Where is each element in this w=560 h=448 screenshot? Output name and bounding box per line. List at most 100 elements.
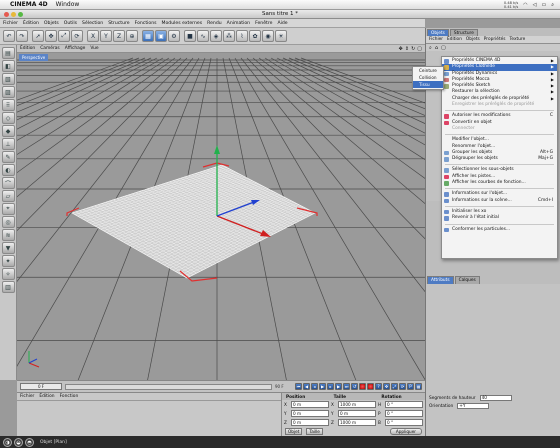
- nurbs-icon[interactable]: ◈: [210, 30, 222, 42]
- end-frame-field[interactable]: 90 F: [275, 384, 295, 389]
- material-menu-edition[interactable]: Édition: [39, 394, 54, 399]
- timeline-slider[interactable]: [65, 383, 272, 390]
- loop-icon[interactable]: ↺: [351, 383, 358, 390]
- menu-edition[interactable]: Édition: [23, 21, 39, 26]
- layout-icon[interactable]: ▥: [1, 281, 15, 293]
- volume-icon[interactable]: ◁: [533, 2, 537, 8]
- coordinate-system-icon[interactable]: ⊕: [126, 30, 138, 42]
- coords-mode-select[interactable]: Objet: [285, 428, 303, 435]
- orientation-select[interactable]: +Y: [457, 403, 490, 409]
- points-mode-icon[interactable]: ⠿: [1, 99, 15, 111]
- y-axis-arrow-icon[interactable]: [214, 145, 220, 154]
- deformer-icon[interactable]: ⌇: [236, 30, 248, 42]
- coords-size-select[interactable]: Taille: [306, 428, 323, 435]
- scale-key-icon[interactable]: ⤢: [391, 383, 398, 390]
- cube-primitive-icon[interactable]: ■: [184, 30, 196, 42]
- submenu-item[interactable]: Collision: [413, 74, 443, 81]
- record-key-icon[interactable]: [359, 383, 366, 390]
- window-menu[interactable]: Window: [56, 1, 80, 8]
- objmgr-home-icon[interactable]: ⌂: [435, 45, 438, 51]
- menu-aide[interactable]: Aide: [277, 21, 287, 26]
- play-icon[interactable]: ▶: [319, 383, 326, 390]
- menu-rendu[interactable]: Rendu: [207, 21, 222, 26]
- size-z-field[interactable]: 1000 m: [338, 419, 376, 426]
- menu-fenetre[interactable]: Fenêtre: [255, 21, 272, 26]
- objmgr-menu-proprietes[interactable]: Propriétés: [484, 37, 506, 42]
- spotlight-icon[interactable]: ⌕: [551, 2, 554, 8]
- scale-tool-icon[interactable]: ⤢: [58, 30, 70, 42]
- menu-fonctions[interactable]: Fonctions: [135, 21, 157, 26]
- rotate-view-icon[interactable]: ↻: [411, 46, 415, 52]
- x-axis-lock-icon[interactable]: X: [87, 30, 99, 42]
- rotation-p-field[interactable]: 0 °: [385, 410, 423, 417]
- viewport-canvas[interactable]: [17, 53, 425, 380]
- edges-mode-icon[interactable]: ◇: [1, 112, 15, 124]
- objmgr-menu-objets[interactable]: Objets: [466, 37, 480, 42]
- battery-icon[interactable]: ▭: [541, 2, 546, 8]
- tab-attributs[interactable]: Attributs: [427, 276, 454, 284]
- model-mode-icon[interactable]: ◧: [1, 60, 15, 72]
- keyframe-selection-icon[interactable]: ?: [375, 383, 382, 390]
- rotate-tool-icon[interactable]: ⟳: [71, 30, 83, 42]
- rotation-h-field[interactable]: 0 °: [385, 401, 423, 408]
- tab-calques[interactable]: Calques: [454, 276, 480, 284]
- size-x-field[interactable]: 1000 m: [338, 401, 376, 408]
- height-segments-field[interactable]: 40: [479, 395, 512, 401]
- context-menu-item[interactable]: Afficher les courbes de fonction...: [442, 180, 557, 186]
- menu-animation[interactable]: Animation: [227, 21, 250, 26]
- next-frame-icon[interactable]: ▸: [327, 383, 334, 390]
- prev-frame-icon[interactable]: ◂: [311, 383, 318, 390]
- close-window-icon[interactable]: [4, 12, 9, 17]
- tweak-mode-icon[interactable]: ✎: [1, 151, 15, 163]
- viewport-menu-affichage[interactable]: Affichage: [65, 46, 86, 51]
- app-menu-cinema4d[interactable]: CINEMA 4D: [10, 1, 48, 8]
- perspective-viewport[interactable]: [17, 53, 425, 380]
- prev-key-icon[interactable]: ◀: [303, 383, 310, 390]
- spline-icon[interactable]: ∿: [197, 30, 209, 42]
- autokey-icon[interactable]: [367, 383, 374, 390]
- zoom-window-icon[interactable]: [18, 12, 23, 17]
- context-menu-item[interactable]: Conformer les particules...: [442, 227, 557, 233]
- zoom-view-icon[interactable]: ⇕: [405, 46, 409, 52]
- polygons-mode-icon[interactable]: ◆: [1, 125, 15, 137]
- viewport-menu-cameras[interactable]: Caméras: [40, 46, 60, 51]
- pla-key-icon[interactable]: ▦: [415, 383, 422, 390]
- bodypaint-icon[interactable]: ✧: [1, 268, 15, 280]
- material-menu-fonction[interactable]: Fonction: [60, 394, 79, 399]
- snap-icon[interactable]: ⌖: [1, 203, 15, 215]
- wifi-icon[interactable]: ◠: [523, 2, 527, 8]
- next-key-icon[interactable]: ▶: [335, 383, 342, 390]
- undo-icon[interactable]: ↶: [3, 30, 15, 42]
- render-view-icon[interactable]: ▦: [142, 30, 154, 42]
- context-menu-item[interactable]: Dégrouper les objets Maj+G: [442, 156, 557, 162]
- tab-objets[interactable]: Objets: [427, 29, 449, 36]
- menu-modules-externes[interactable]: Modules externes: [162, 21, 203, 26]
- parameter-key-icon[interactable]: P: [407, 383, 414, 390]
- objmgr-menu-edition[interactable]: Édition: [447, 37, 462, 42]
- goto-end-icon[interactable]: ⏭: [343, 383, 350, 390]
- position-x-field[interactable]: 0 m: [291, 401, 329, 408]
- move-tool-icon[interactable]: ✥: [45, 30, 57, 42]
- axis-mode-icon[interactable]: ⊥: [1, 138, 15, 150]
- rotation-b-field[interactable]: 0 °: [385, 419, 423, 426]
- plane-object-mesh[interactable]: [71, 164, 316, 279]
- viewport-menu-vue[interactable]: Vue: [90, 46, 98, 51]
- render-picture-viewer-icon[interactable]: ▣: [155, 30, 167, 42]
- hair-icon[interactable]: ≋: [1, 229, 15, 241]
- texture-mode-icon[interactable]: ▨: [1, 86, 15, 98]
- submenu-item[interactable]: Ceinture: [413, 67, 443, 74]
- goto-start-icon[interactable]: ⏮: [295, 383, 302, 390]
- objmgr-menu-texture[interactable]: Texture: [510, 37, 526, 42]
- z-axis-lock-icon[interactable]: Z: [113, 30, 125, 42]
- position-key-icon[interactable]: ✥: [383, 383, 390, 390]
- light-icon[interactable]: ☀: [275, 30, 287, 42]
- maximize-view-icon[interactable]: ▢: [417, 46, 422, 52]
- submenu-item[interactable]: Tissu: [413, 81, 443, 88]
- objmgr-menu-fichier[interactable]: Fichier: [429, 37, 443, 42]
- paint-icon[interactable]: ✦: [1, 255, 15, 267]
- scene-object-icon[interactable]: ✿: [249, 30, 261, 42]
- rotation-key-icon[interactable]: ⟳: [399, 383, 406, 390]
- tab-structure[interactable]: Structure: [449, 29, 478, 36]
- pan-view-icon[interactable]: ✥: [399, 46, 403, 52]
- context-menu-item[interactable]: Informations sur la scène... Cmd+I: [442, 198, 557, 204]
